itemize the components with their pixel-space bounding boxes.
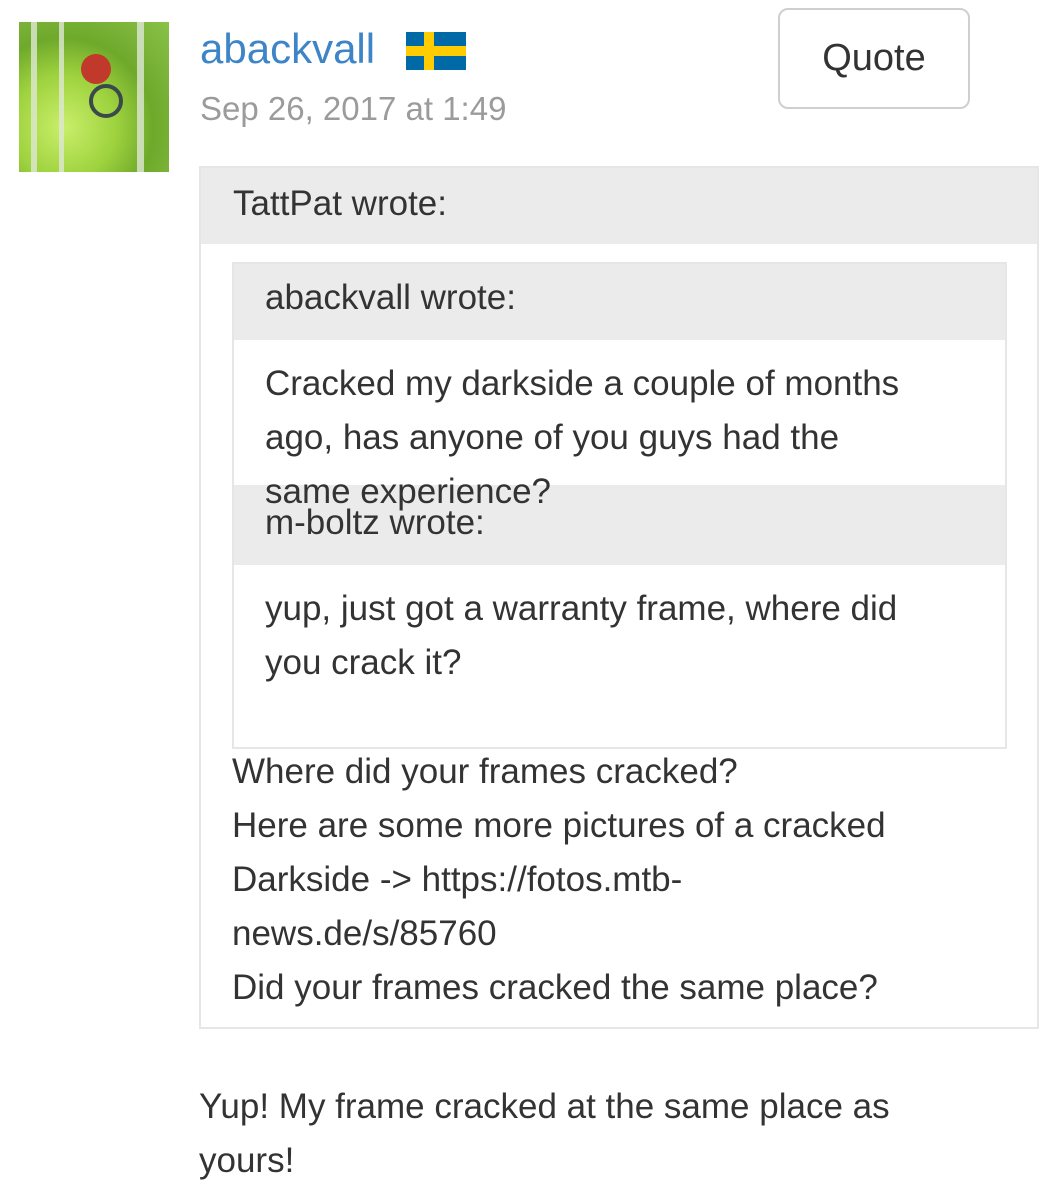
- post-body: Yup! My frame cracked at the same place …: [199, 1080, 890, 1188]
- post-body-line: yours!: [199, 1141, 295, 1180]
- outer-quote-body: Where did your frames cracked? Here are …: [232, 745, 886, 1015]
- outer-quote-line: Did your frames cracked the same place?: [232, 968, 878, 1007]
- outer-quote-block: TattPat wrote: abackvall wrote: Cracked …: [199, 166, 1039, 1029]
- inner-quote-block: abackvall wrote: Cracked my darkside a c…: [232, 262, 1007, 749]
- nested-quote-line: you crack it?: [265, 643, 462, 682]
- avatar-tree: [31, 22, 37, 172]
- inner-quote-line: Cracked my darkside a couple of months: [265, 364, 900, 403]
- outer-quote-line: Here are some more pictures of a cracked: [232, 806, 886, 845]
- inner-quote-body: Cracked my darkside a couple of months a…: [234, 340, 1005, 511]
- outer-quote-header: TattPat wrote:: [201, 168, 1037, 244]
- quote-button[interactable]: Quote: [778, 8, 970, 109]
- avatar-tree: [59, 22, 64, 172]
- outer-quote-line: Where did your frames cracked?: [232, 752, 738, 791]
- avatar[interactable]: [19, 22, 169, 172]
- post-body-line: Yup! My frame cracked at the same place …: [199, 1087, 890, 1126]
- author-username[interactable]: abackvall: [200, 26, 375, 72]
- nested-quote-body: yup, just got a warranty frame, where di…: [234, 565, 1005, 690]
- avatar-rider: [81, 54, 111, 84]
- nested-quote-line: yup, just got a warranty frame, where di…: [265, 589, 898, 628]
- avatar-wheel: [89, 84, 123, 118]
- outer-quote-link-line: Darkside -> https://fotos.mtb-: [232, 860, 683, 899]
- outer-quote-link-line: news.de/s/85760: [232, 914, 497, 953]
- post-timestamp: Sep 26, 2017 at 1:49: [200, 90, 507, 127]
- avatar-tree: [137, 22, 144, 172]
- sweden-flag-icon: [406, 32, 466, 70]
- inner-quote-header: abackvall wrote:: [234, 264, 1005, 340]
- inner-quote-line: ago, has anyone of you guys had the: [265, 418, 840, 457]
